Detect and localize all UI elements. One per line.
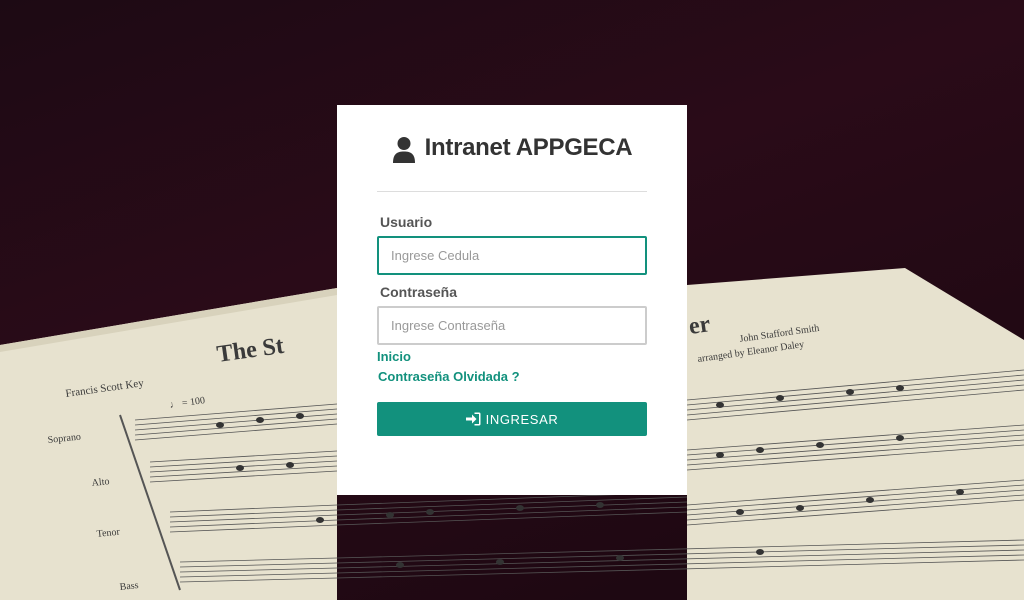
- home-link[interactable]: Inicio: [377, 349, 647, 364]
- user-input[interactable]: [377, 236, 647, 275]
- password-input[interactable]: [377, 306, 647, 345]
- password-label: Contraseña: [380, 284, 458, 300]
- user-icon: [392, 137, 415, 163]
- user-label: Usuario: [380, 214, 433, 230]
- voice-alto: Alto: [91, 476, 110, 489]
- page-title: Intranet APPGECA: [424, 134, 633, 161]
- login-button[interactable]: INGRESAR: [377, 402, 647, 436]
- login-card: Intranet APPGECA Usuario Contraseña Inic…: [337, 105, 687, 495]
- sheet-title-end: er: [687, 311, 712, 340]
- forgot-password-link[interactable]: Contraseña Olvidada ?: [378, 369, 647, 384]
- login-header: Intranet APPGECA: [377, 105, 647, 192]
- login-button-label: INGRESAR: [485, 411, 559, 427]
- voice-bass: Bass: [119, 580, 139, 593]
- sign-in-icon: [465, 412, 481, 426]
